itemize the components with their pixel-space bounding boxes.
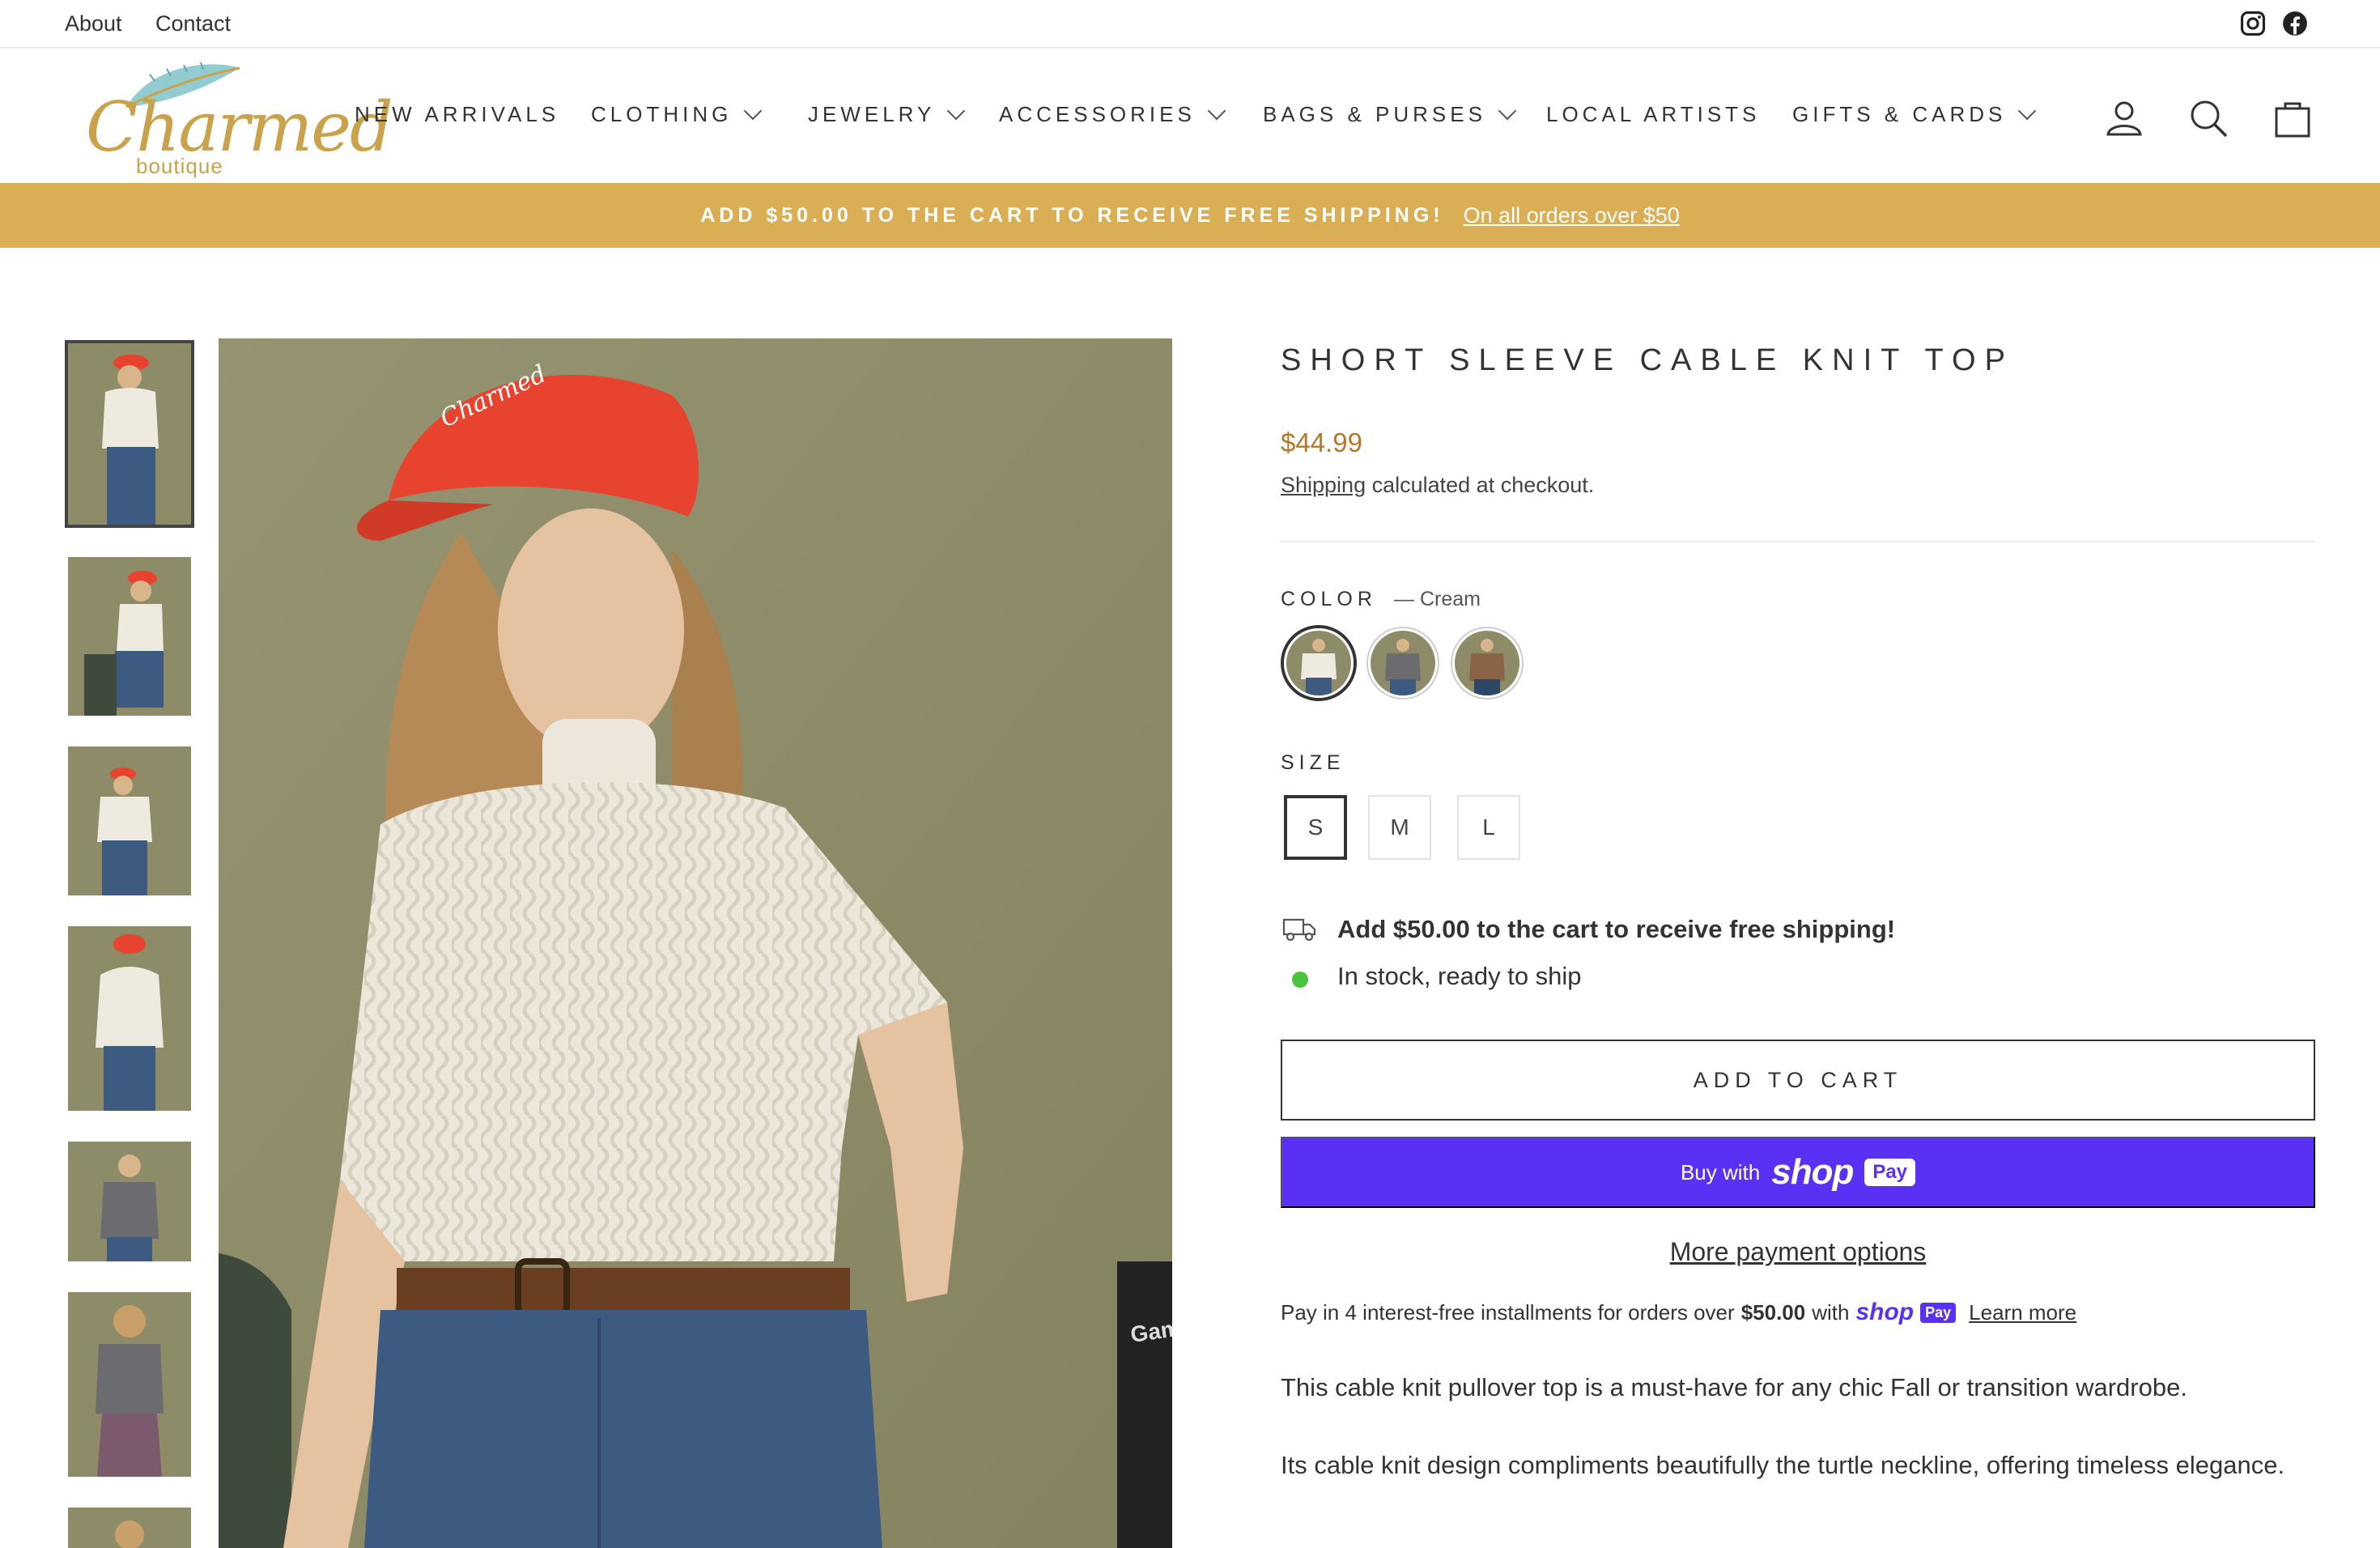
nav-label: GIFTS & CARDS	[1792, 102, 2007, 126]
cart-icon[interactable]	[2272, 97, 2314, 139]
product-thumbnail[interactable]	[65, 340, 194, 528]
nav-accessories[interactable]: ACCESSORIES	[999, 101, 1226, 127]
product-thumbnail[interactable]	[68, 557, 191, 716]
shop-pay-mini-badge: Pay	[1920, 1302, 1957, 1323]
description-paragraph: This cable knit pullover top is a must-h…	[1281, 1373, 2187, 1401]
nav-clothing[interactable]: CLOTHING	[591, 101, 763, 127]
stock-status: In stock, ready to ship	[1337, 962, 1582, 990]
announcement-link[interactable]: On all orders over $50	[1464, 203, 1680, 228]
shop-pay-button[interactable]: Buy with shop Pay	[1281, 1137, 2315, 1208]
installments-note: Pay in 4 interest-free installments for …	[1281, 1299, 2076, 1326]
utility-bar: About Contact	[0, 0, 2380, 49]
description-paragraph: Its cable knit design compliments beauti…	[1281, 1451, 2285, 1479]
nav-label: JEWELRY	[808, 102, 936, 126]
size-option-m[interactable]: M	[1368, 795, 1431, 860]
nav-label: ACCESSORIES	[999, 102, 1196, 126]
chevron-down-icon	[1498, 101, 1517, 120]
add-to-cart-button[interactable]: ADD TO CART	[1281, 1040, 2315, 1121]
nav-label: BAGS & PURSES	[1263, 102, 1486, 126]
nav-new-arrivals[interactable]: NEW ARRIVALS	[355, 102, 559, 127]
logo[interactable]: Charmed boutique	[78, 58, 393, 178]
product-main-image[interactable]: Gam Charmed	[219, 338, 1172, 1548]
shop-pay-buy-with: Buy with	[1680, 1159, 1761, 1184]
free-shipping-notice: Add $50.00 to the cart to receive free s…	[1337, 915, 1896, 943]
shop-pay-mini-logo: shop	[1855, 1299, 1915, 1325]
account-icon[interactable]	[2103, 97, 2145, 139]
announcement-bar: ADD $50.00 TO THE CART TO RECEIVE FREE S…	[0, 183, 2380, 248]
chevron-down-icon	[744, 101, 763, 120]
color-swatch-grey[interactable]	[1368, 628, 1438, 698]
color-label: COLOR	[1281, 588, 1377, 610]
more-payment-options-row: More payment options	[0, 1237, 2380, 1267]
shipping-note: Shipping calculated at checkout.	[1281, 473, 1594, 498]
nav-label: NEW ARRIVALS	[355, 102, 560, 126]
nav-label: CLOTHING	[591, 102, 733, 126]
logo-wordmark: Charmed	[86, 87, 393, 167]
instagram-icon[interactable]	[2239, 10, 2267, 37]
product-thumbnail[interactable]	[68, 926, 191, 1111]
search-icon[interactable]	[2187, 97, 2229, 139]
more-payment-options-link[interactable]: More payment options	[1281, 1237, 2315, 1267]
installments-with: with	[1812, 1299, 1850, 1325]
contact-link[interactable]: Contact	[155, 11, 231, 36]
product-title: SHORT SLEEVE CABLE KNIT TOP	[1281, 343, 2014, 377]
truck-icon	[1282, 915, 1318, 946]
shop-pay-logo: shop	[1771, 1152, 1854, 1192]
size-option-s[interactable]: S	[1284, 795, 1347, 860]
announcement-message: ADD $50.00 TO THE CART TO RECEIVE FREE S…	[700, 203, 1444, 227]
facebook-icon[interactable]	[2281, 10, 2309, 37]
installments-prefix: Pay in 4 interest-free installments for …	[1281, 1299, 1735, 1325]
product-price: $44.99	[1281, 427, 1362, 457]
chevron-down-icon	[2018, 101, 2037, 120]
learn-more-link[interactable]: Learn more	[1969, 1300, 2076, 1325]
chevron-down-icon	[1207, 101, 1226, 120]
chevron-down-icon	[947, 101, 966, 120]
shipping-note-text: calculated at checkout.	[1366, 473, 1595, 497]
divider	[1281, 541, 2315, 542]
nav-jewelry[interactable]: JEWELRY	[808, 101, 966, 127]
nav-gifts-cards[interactable]: GIFTS & CARDS	[1792, 101, 2037, 127]
shop-pay-badge: Pay	[1864, 1159, 1916, 1186]
nav-label: LOCAL ARTISTS	[1546, 102, 1761, 126]
in-stock-dot-icon	[1292, 972, 1308, 988]
nav-local-artists[interactable]: LOCAL ARTISTS	[1546, 102, 1760, 127]
product-thumbnail[interactable]	[68, 746, 191, 895]
color-value: — Cream	[1394, 588, 1481, 610]
color-swatch-brown[interactable]	[1452, 628, 1522, 698]
nav-bags-purses[interactable]: BAGS & PURSES	[1263, 101, 1517, 127]
about-link[interactable]: About	[65, 11, 122, 36]
site-header: Charmed boutique NEW ARRIVALS CLOTHING J…	[0, 49, 2380, 183]
shipping-link[interactable]: Shipping	[1281, 473, 1366, 497]
installments-amount: $50.00	[1740, 1299, 1806, 1325]
logo-subtitle: boutique	[136, 154, 223, 178]
color-swatch-cream[interactable]	[1284, 628, 1354, 698]
product-thumbnail[interactable]	[68, 1292, 191, 1477]
product-thumbnail[interactable]	[68, 1508, 191, 1548]
size-label: SIZE	[1281, 751, 1345, 774]
size-option-l[interactable]: L	[1457, 795, 1520, 860]
